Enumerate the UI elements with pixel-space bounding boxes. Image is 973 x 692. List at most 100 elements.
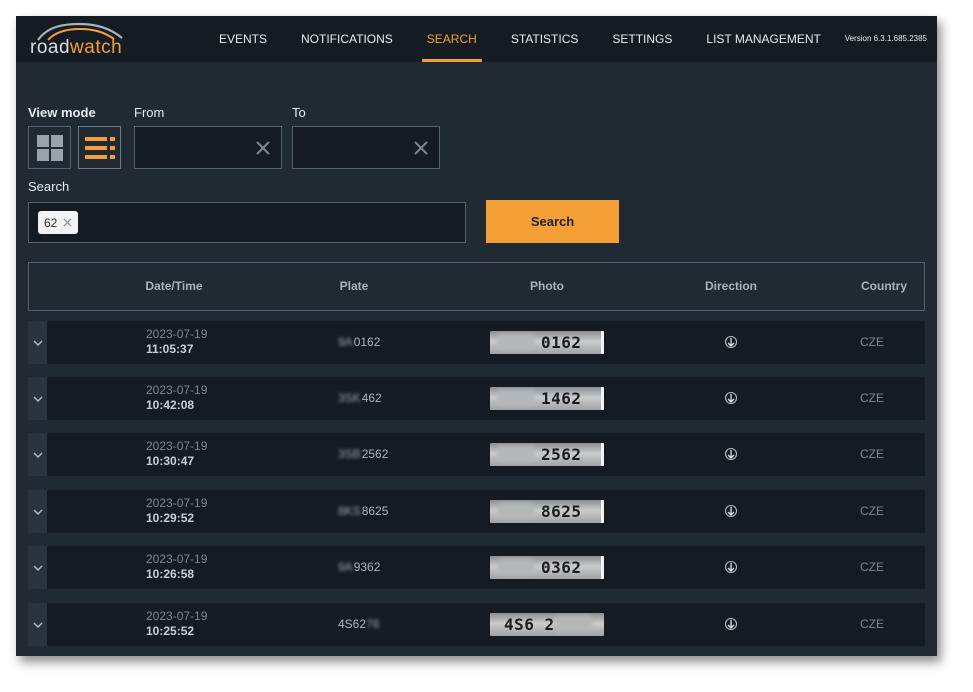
plate-photo[interactable]: 8625 bbox=[490, 500, 604, 523]
nav-events[interactable]: EVENTS bbox=[202, 16, 284, 62]
photo-edge bbox=[601, 443, 604, 466]
clear-from-icon[interactable] bbox=[253, 138, 273, 158]
photo-plate-text: 1462 bbox=[541, 389, 582, 408]
row-date: 2023-07-19 bbox=[146, 327, 208, 341]
photo-plate-text: 2562 bbox=[541, 445, 582, 464]
search-chip: 62 bbox=[38, 211, 79, 234]
view-mode-label: View mode bbox=[28, 105, 96, 120]
to-date-input[interactable] bbox=[292, 126, 440, 169]
plate-redacted: 3SK bbox=[338, 391, 361, 405]
plate-photo[interactable]: 0362 bbox=[490, 556, 604, 579]
photo-plate-text: 0162 bbox=[541, 333, 582, 352]
photo-plate-text: 8625 bbox=[541, 502, 582, 521]
row-date: 2023-07-19 bbox=[146, 383, 208, 397]
plate-text: 2562 bbox=[361, 447, 389, 461]
nav-notifications[interactable]: NOTIFICATIONS bbox=[284, 16, 410, 62]
row-time: 10:25:52 bbox=[146, 624, 195, 638]
table-row[interactable]: 2023-07-19 10:26:58 9A9362 0362 CZE bbox=[28, 546, 925, 589]
column-header-country[interactable]: Country bbox=[849, 263, 919, 310]
arrow-down-icon bbox=[724, 617, 738, 631]
table-row[interactable]: 2023-07-19 10:29:52 8KS8625 8625 CZE bbox=[28, 490, 925, 533]
arrow-down-icon bbox=[724, 335, 738, 349]
plate-photo[interactable]: 2562 bbox=[490, 443, 604, 466]
expand-row-button[interactable] bbox=[28, 377, 47, 420]
expand-row-button[interactable] bbox=[28, 321, 47, 364]
plate-photo[interactable]: 1462 bbox=[490, 387, 604, 410]
arrow-down-icon bbox=[724, 391, 738, 405]
row-datetime: 2023-07-19 10:25:52 bbox=[146, 609, 207, 639]
plate-redacted: 8KS bbox=[338, 504, 361, 518]
nav-statistics[interactable]: STATISTICS bbox=[494, 16, 596, 62]
arrow-down-icon bbox=[724, 447, 738, 461]
row-country: CZE bbox=[860, 560, 884, 574]
logo-text: roadwatch bbox=[30, 37, 122, 59]
row-date: 2023-07-19 bbox=[146, 439, 208, 453]
photo-redacted-area bbox=[498, 446, 534, 462]
column-header-datetime[interactable]: Date/Time bbox=[119, 263, 229, 310]
row-datetime: 2023-07-19 11:05:37 bbox=[146, 327, 207, 357]
table-row[interactable]: 2023-07-19 10:30:47 3SB2562 2562 CZE bbox=[28, 433, 925, 476]
plate-text: 462 bbox=[361, 391, 382, 405]
nav-search[interactable]: SEARCH bbox=[410, 16, 494, 62]
search-input[interactable]: 62 bbox=[28, 202, 466, 243]
photo-edge bbox=[601, 387, 604, 410]
app-window: roadwatch EVENTS NOTIFICATIONS SEARCH ST… bbox=[16, 16, 937, 656]
plate-redacted: 9A bbox=[338, 560, 353, 574]
grid-view-icon bbox=[36, 134, 63, 161]
plate-text: 4S62 bbox=[338, 617, 367, 631]
row-country: CZE bbox=[860, 504, 884, 518]
table-row[interactable]: 2023-07-19 10:42:08 3SK462 1462 CZE bbox=[28, 377, 925, 420]
list-view-button[interactable] bbox=[78, 126, 121, 169]
row-date: 2023-07-19 bbox=[146, 496, 208, 510]
clear-to-icon[interactable] bbox=[411, 138, 431, 158]
photo-edge bbox=[601, 556, 604, 579]
row-plate: 8KS8625 bbox=[338, 504, 388, 518]
top-navigation-bar: roadwatch EVENTS NOTIFICATIONS SEARCH ST… bbox=[16, 16, 937, 62]
expand-row-button[interactable] bbox=[28, 603, 47, 646]
from-date-input[interactable] bbox=[134, 126, 282, 169]
expand-row-button[interactable] bbox=[28, 546, 47, 589]
nav-settings[interactable]: SETTINGS bbox=[595, 16, 689, 62]
search-chip-text: 62 bbox=[44, 215, 58, 230]
row-plate: 9A0162 bbox=[338, 335, 380, 349]
results-table-header: Date/Time Plate Photo Direction Country bbox=[28, 262, 925, 311]
row-country: CZE bbox=[860, 617, 884, 631]
row-time: 10:42:08 bbox=[146, 398, 195, 412]
photo-edge bbox=[601, 331, 604, 354]
row-time: 11:05:37 bbox=[146, 342, 194, 356]
row-datetime: 2023-07-19 10:42:08 bbox=[146, 383, 207, 413]
row-plate: 9A9362 bbox=[338, 560, 380, 574]
plate-photo[interactable]: 0162 bbox=[490, 331, 604, 354]
grid-view-button[interactable] bbox=[28, 126, 71, 169]
row-datetime: 2023-07-19 10:30:47 bbox=[146, 439, 207, 469]
plate-photo[interactable]: 4S6 2 bbox=[490, 613, 604, 636]
nav-list-management[interactable]: LIST MANAGEMENT bbox=[689, 16, 837, 62]
photo-redacted-area bbox=[556, 616, 592, 632]
plate-text: 9362 bbox=[353, 560, 381, 574]
column-header-direction[interactable]: Direction bbox=[691, 263, 771, 310]
photo-redacted-area bbox=[498, 503, 534, 519]
arrow-down-icon bbox=[724, 504, 738, 518]
plate-redacted: 3SB bbox=[338, 447, 361, 461]
table-row[interactable]: 2023-07-19 11:05:37 9A0162 0162 CZE bbox=[28, 321, 925, 364]
to-label: To bbox=[292, 105, 306, 120]
row-country: CZE bbox=[860, 447, 884, 461]
arrow-down-icon bbox=[724, 560, 738, 574]
remove-chip-icon[interactable] bbox=[63, 218, 72, 227]
row-plate: 3SB2562 bbox=[338, 447, 388, 461]
roadwatch-logo[interactable]: roadwatch bbox=[28, 22, 128, 58]
row-date: 2023-07-19 bbox=[146, 552, 208, 566]
plate-text: 0162 bbox=[353, 335, 381, 349]
expand-row-button[interactable] bbox=[28, 433, 47, 476]
photo-redacted-area bbox=[498, 334, 534, 350]
row-time: 10:26:58 bbox=[146, 567, 195, 581]
chevron-down-icon bbox=[33, 340, 42, 346]
chevron-down-icon bbox=[33, 565, 42, 571]
photo-redacted-area bbox=[498, 559, 534, 575]
plate-redacted: 76 bbox=[366, 617, 380, 631]
table-row[interactable]: 2023-07-19 10:25:52 4S6276 4S6 2 CZE bbox=[28, 603, 925, 646]
expand-row-button[interactable] bbox=[28, 490, 47, 533]
row-datetime: 2023-07-19 10:29:52 bbox=[146, 496, 207, 526]
search-button[interactable]: Search bbox=[486, 200, 619, 243]
column-header-plate[interactable]: Plate bbox=[324, 263, 384, 310]
